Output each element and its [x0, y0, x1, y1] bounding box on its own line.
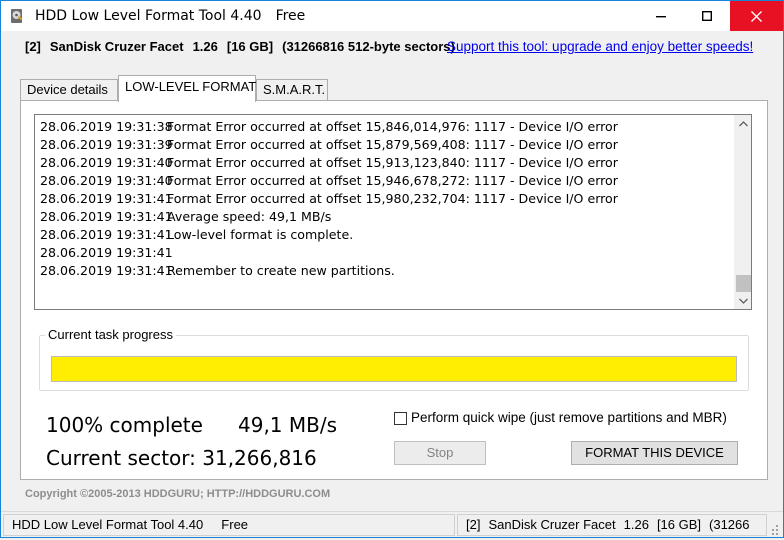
low-level-format-panel: 28.06.2019 19:31:38Format Error occurred…	[20, 100, 768, 480]
status-device-model: SanDisk Cruzer Facet	[488, 517, 616, 532]
log-message: Average speed: 49,1 MB/s	[167, 209, 332, 224]
log-box[interactable]: 28.06.2019 19:31:38Format Error occurred…	[34, 114, 752, 310]
log-message: Format Error occurred at offset 15,980,2…	[167, 191, 618, 206]
log-line: 28.06.2019 19:31:41Average speed: 49,1 M…	[40, 208, 731, 226]
log-message: Format Error occurred at offset 15,913,1…	[167, 155, 618, 170]
log-message: Format Error occurred at offset 15,946,6…	[167, 173, 618, 188]
tab-low-level-format[interactable]: LOW-LEVEL FORMAT	[118, 75, 256, 102]
device-sectors: (31266816 512-byte sectors)	[282, 39, 455, 54]
log-line: 28.06.2019 19:31:39Format Error occurred…	[40, 136, 731, 154]
percent-complete: 100% complete	[46, 413, 203, 437]
log-message: Low-level format is complete.	[167, 227, 354, 242]
log-message: Remember to create new partitions.	[167, 263, 395, 278]
window-title: HDD Low Level Format Tool 4.40 Free	[35, 7, 305, 25]
status-device-info: [2] SanDisk Cruzer Facet 1.26 [16 GB] (31266	[457, 514, 767, 536]
log-timestamp: 28.06.2019 19:31:41	[40, 263, 173, 278]
scrollbar-thumb[interactable]	[736, 275, 751, 292]
app-window: HDD Low Level Format Tool 4.40 Free [2] Sa…	[0, 0, 784, 538]
log-line: 28.06.2019 19:31:40Format Error occurred…	[40, 172, 731, 190]
log-timestamp: 28.06.2019 19:31:41	[40, 209, 173, 224]
close-icon	[751, 10, 762, 22]
quick-wipe-label[interactable]: Perform quick wipe (just remove partitio…	[411, 409, 727, 427]
status-device-firmware: 1.26	[623, 517, 649, 532]
device-info-line: [2] SanDisk Cruzer Facet 1.26 [16 GB] (31266…	[25, 39, 464, 55]
quick-wipe-checkbox[interactable]	[394, 411, 407, 425]
edition-label: Free	[275, 8, 306, 24]
tab-smart[interactable]: S.M.A.R.T.	[256, 79, 328, 101]
status-device-sectors: (31266	[709, 517, 750, 532]
status-app-info: HDD Low Level Format Tool 4.40 Free	[3, 514, 455, 536]
progress-bar	[51, 356, 737, 382]
log-timestamp: 28.06.2019 19:31:41	[40, 227, 173, 242]
status-device-index: [2]	[466, 517, 481, 532]
log-timestamp: 28.06.2019 19:31:38	[40, 119, 173, 134]
title-bar[interactable]: HDD Low Level Format Tool 4.40 Free	[1, 1, 783, 31]
log-line: 28.06.2019 19:31:41	[40, 244, 731, 262]
current-sector: Current sector: 31,266,816	[46, 446, 317, 470]
speed-readout: 49,1 MB/s	[238, 413, 338, 437]
log-timestamp: 28.06.2019 19:31:41	[40, 191, 173, 206]
log-line: 28.06.2019 19:31:41Low-level format is c…	[40, 226, 731, 244]
hdd-app-icon	[9, 8, 25, 24]
log-timestamp: 28.06.2019 19:31:39	[40, 137, 173, 152]
log-timestamp: 28.06.2019 19:31:40	[40, 173, 173, 188]
status-bar: HDD Low Level Format Tool 4.40 Free [2] S…	[1, 511, 783, 537]
resize-grip-icon[interactable]	[769, 522, 779, 535]
log-timestamp: 28.06.2019 19:31:40	[40, 155, 173, 170]
scroll-down-button[interactable]	[735, 292, 752, 309]
log-message: Format Error occurred at offset 15,879,5…	[167, 137, 618, 152]
maximize-button[interactable]	[684, 1, 730, 31]
format-device-button[interactable]: FORMAT THIS DEVICE	[571, 441, 738, 465]
log-line: 28.06.2019 19:31:40Format Error occurred…	[40, 154, 731, 172]
copyright-text: Copyright ©2005-2013 HDDGURU; HTTP://HDD…	[25, 488, 331, 500]
log-scrollbar[interactable]	[734, 115, 751, 309]
progress-group-label: Current task progress	[45, 327, 176, 343]
log-lines: 28.06.2019 19:31:38Format Error occurred…	[40, 118, 731, 280]
minimize-button[interactable]	[638, 1, 684, 31]
maximize-icon	[702, 11, 712, 21]
minimize-icon	[656, 16, 666, 18]
log-timestamp: 28.06.2019 19:31:41	[40, 245, 173, 260]
device-firmware: 1.26	[192, 39, 218, 54]
tab-device-details[interactable]: Device details	[20, 79, 118, 101]
log-line: 28.06.2019 19:31:41Format Error occurred…	[40, 190, 731, 208]
quick-wipe-option[interactable]: Perform quick wipe (just remove partitio…	[394, 409, 727, 427]
close-button[interactable]	[730, 1, 783, 31]
chevron-down-icon	[739, 298, 748, 304]
log-line: 28.06.2019 19:31:41Remember to create ne…	[40, 262, 731, 280]
progress-fill	[52, 357, 736, 381]
device-model: SanDisk Cruzer Facet	[49, 39, 184, 54]
status-device-size: [16 GB]	[656, 517, 702, 532]
device-size: [16 GB]	[226, 39, 274, 54]
log-message: Format Error occurred at offset 15,846,0…	[167, 119, 618, 134]
chevron-up-icon	[739, 120, 748, 126]
support-link[interactable]: Support this tool: upgrade and enjoy bet…	[447, 39, 753, 55]
window-title-text: HDD Low Level Format Tool 4.40	[35, 8, 262, 24]
stop-button[interactable]: Stop	[394, 441, 486, 465]
scroll-up-button[interactable]	[735, 115, 752, 132]
device-index: [2]	[25, 39, 41, 54]
log-line: 28.06.2019 19:31:38Format Error occurred…	[40, 118, 731, 136]
